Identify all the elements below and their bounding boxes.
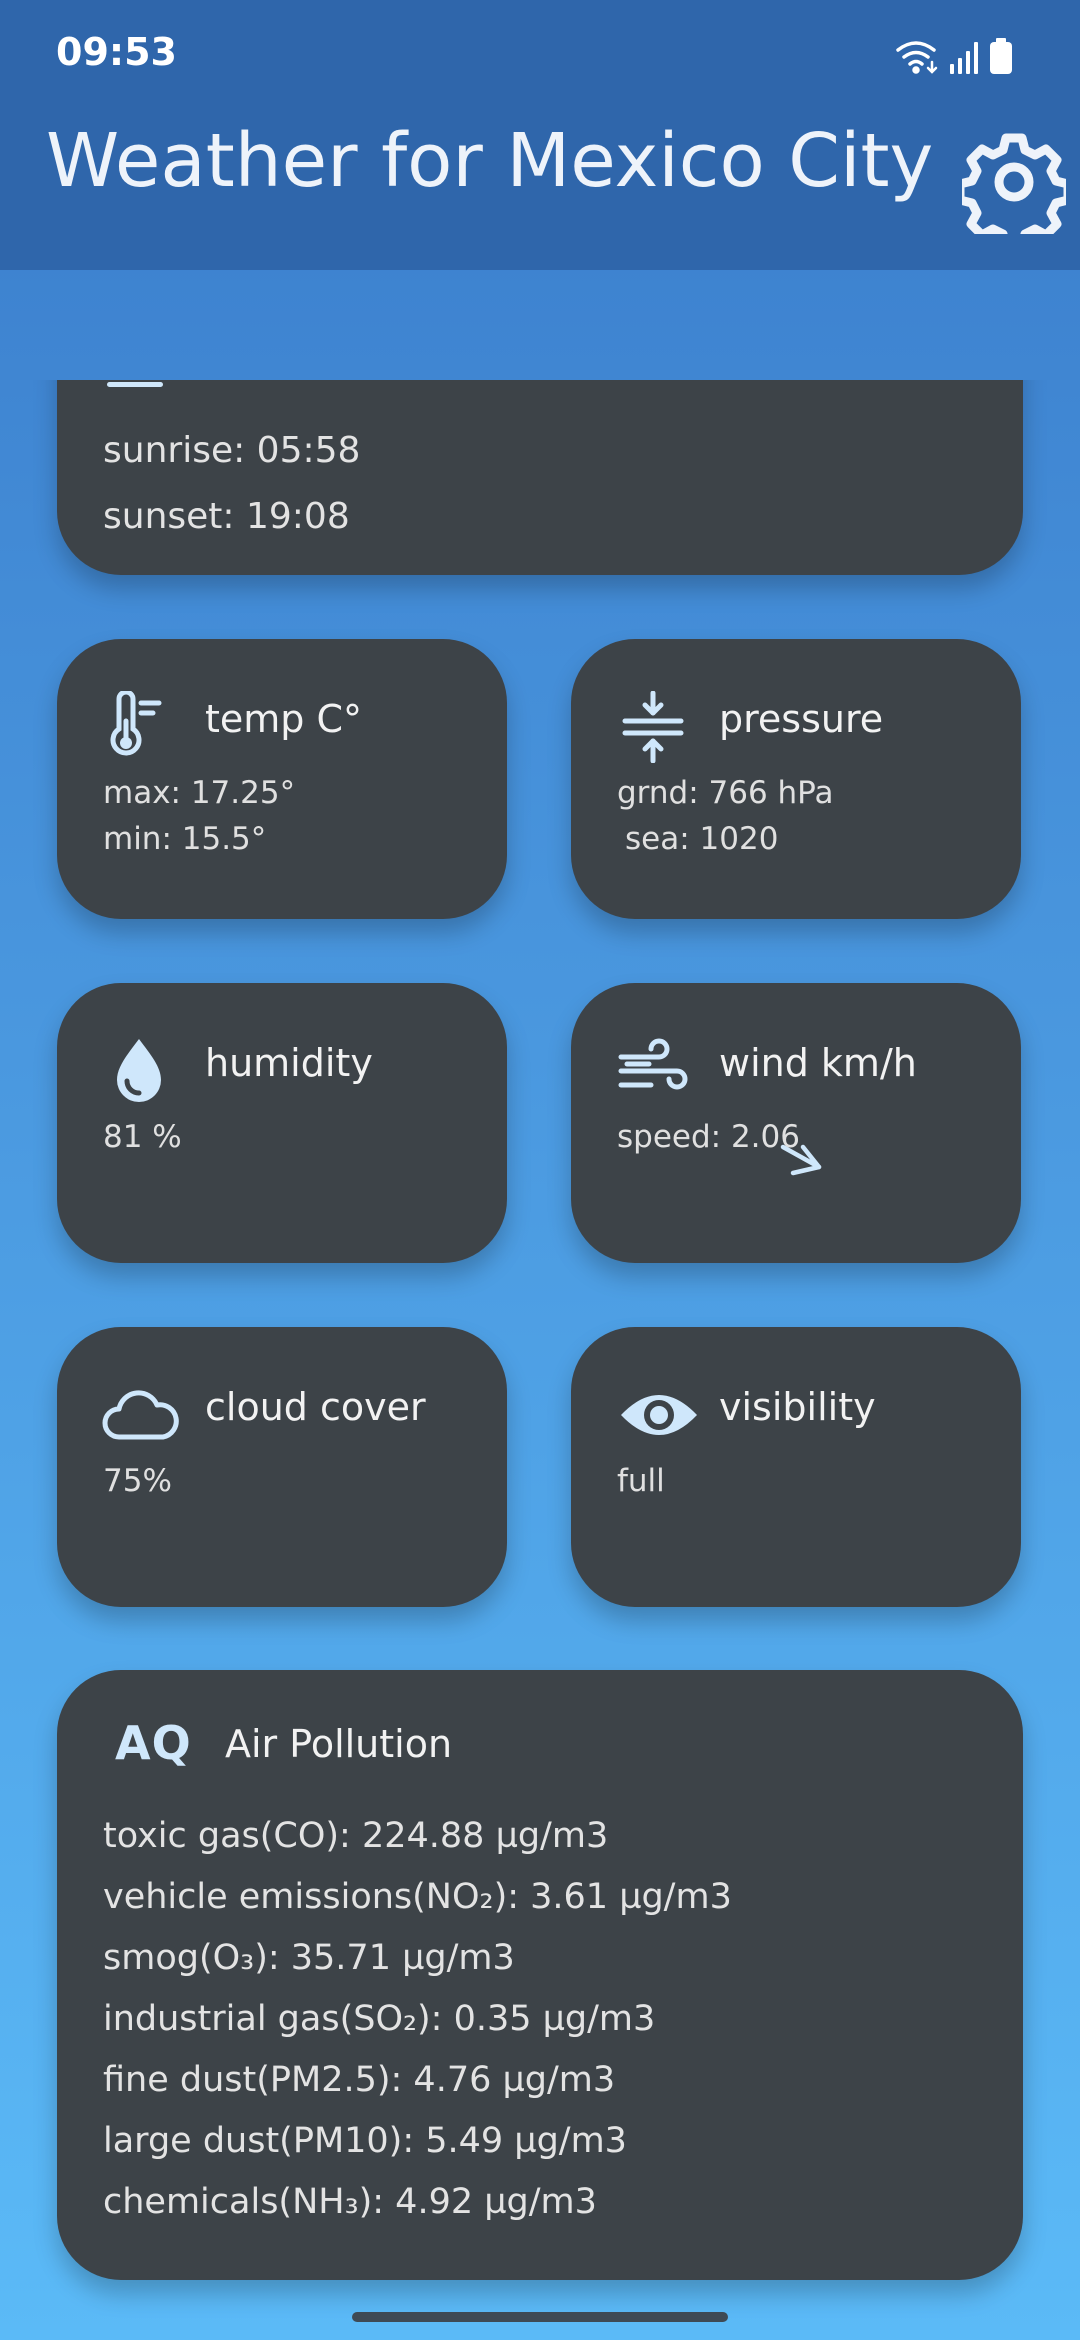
content-list[interactable]: sunrise: 05:58 sunset: 19:08 temp C° max…: [0, 380, 1080, 2340]
cloud-title: cloud cover: [205, 1385, 426, 1429]
temp-title: temp C°: [205, 697, 363, 741]
pollutant-o3: smog(O₃): 35.71 µg/m3: [103, 1938, 515, 1978]
pollutant-nh3: chemicals(NH₃): 4.92 µg/m3: [103, 2182, 597, 2222]
visibility-card: visibility full: [571, 1327, 1021, 1607]
visibility-title: visibility: [719, 1385, 876, 1429]
air-pollution-card: AQ Air Pollution toxic gas(CO): 224.88 µ…: [57, 1670, 1023, 2280]
gear-icon: [955, 133, 1073, 251]
pollutant-so2: industrial gas(SO₂): 0.35 µg/m3: [103, 1999, 656, 2039]
humidity-value: 81 %: [103, 1119, 182, 1155]
pressure-ground: grnd: 766 hPa: [617, 775, 834, 811]
pollutant-pm10: large dust(PM10): 5.49 µg/m3: [103, 2121, 627, 2161]
compress-icon: [617, 690, 689, 764]
water-drop-icon: [103, 1035, 175, 1107]
battery-icon: [990, 38, 1012, 74]
sunrise-text: sunrise: 05:58: [103, 430, 361, 471]
pressure-sea: sea: 1020: [625, 821, 779, 857]
pollutant-co: toxic gas(CO): 224.88 µg/m3: [103, 1816, 609, 1856]
sun-icon-fragment: [107, 382, 163, 387]
home-indicator[interactable]: [352, 2312, 728, 2322]
cloud-icon: [99, 1379, 183, 1451]
wind-direction-arrow-icon: [780, 1144, 822, 1176]
air-quality-icon: AQ: [115, 1716, 192, 1770]
visibility-value: full: [617, 1463, 665, 1499]
temp-card: temp C° max: 17.25° min: 15.5°: [57, 639, 507, 919]
wind-card: wind km/h speed: 2.06: [571, 983, 1021, 1263]
settings-button[interactable]: [955, 130, 1073, 251]
pressure-title: pressure: [719, 697, 884, 741]
air-pollution-title: Air Pollution: [225, 1722, 453, 1766]
signal-icon: [950, 42, 978, 74]
app-bar: 09:53 Weather for Mexico City: [0, 0, 1080, 270]
sunset-text: sunset: 19:08: [103, 496, 350, 537]
sun-card: sunrise: 05:58 sunset: 19:08: [57, 380, 1023, 575]
wifi-icon: [896, 41, 938, 74]
thermometer-icon: [103, 689, 175, 763]
wind-icon: [617, 1035, 689, 1107]
humidity-card: humidity 81 %: [57, 983, 507, 1263]
wind-title: wind km/h: [719, 1041, 917, 1085]
status-time: 09:53: [56, 30, 177, 74]
status-icons: [894, 36, 1024, 76]
eye-icon: [617, 1379, 701, 1451]
cloud-card: cloud cover 75%: [57, 1327, 507, 1607]
wind-speed: speed: 2.06: [617, 1119, 800, 1155]
pollutant-no2: vehicle emissions(NO₂): 3.61 µg/m3: [103, 1877, 732, 1917]
cloud-value: 75%: [103, 1463, 172, 1499]
humidity-title: humidity: [205, 1041, 373, 1085]
temp-max: max: 17.25°: [103, 775, 296, 811]
pollutant-pm25: fine dust(PM2.5): 4.76 µg/m3: [103, 2060, 616, 2100]
pressure-card: pressure grnd: 766 hPa sea: 1020: [571, 639, 1021, 919]
temp-min: min: 15.5°: [103, 821, 267, 857]
page-title: Weather for Mexico City: [46, 118, 934, 204]
